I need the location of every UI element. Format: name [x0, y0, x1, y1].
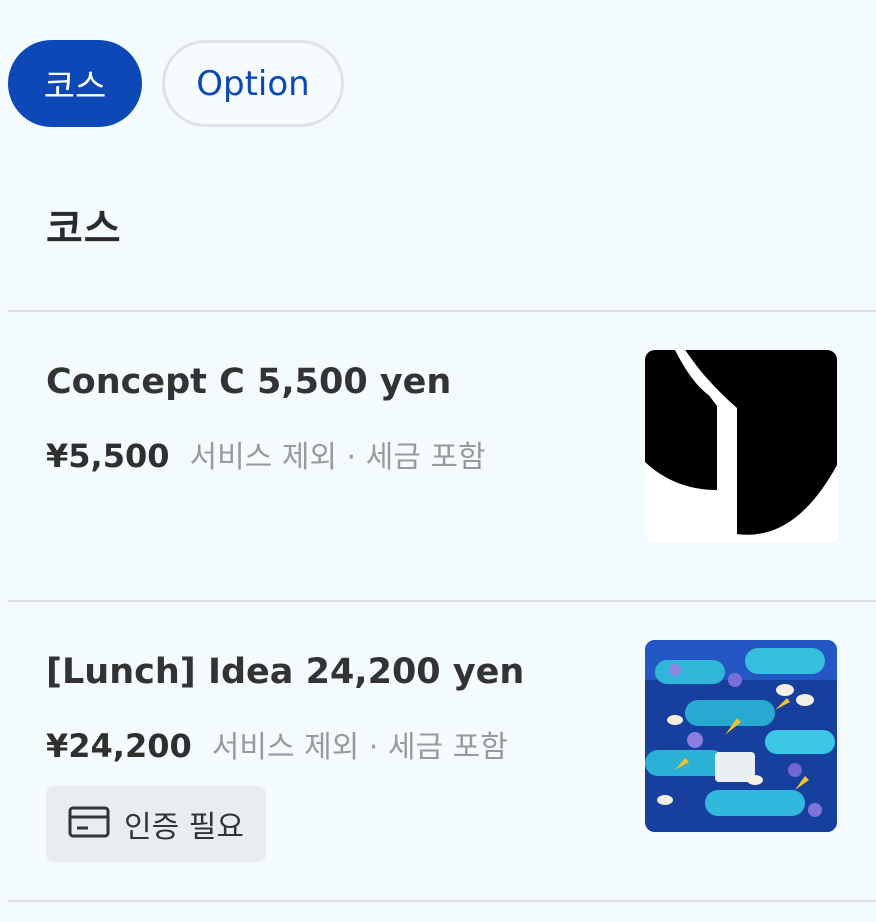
tab-option[interactable]: Option	[162, 40, 344, 127]
item-price: ¥5,500	[46, 437, 170, 475]
item-price: ¥24,200	[46, 727, 192, 765]
item-name: Concept C 5,500 yen	[46, 362, 452, 402]
divider	[8, 900, 876, 902]
tab-course[interactable]: 코스	[8, 40, 142, 127]
price-row: ¥5,500 서비스 제외 · 세금 포함	[46, 432, 486, 476]
course-item-concept-c[interactable]: Concept C 5,500 yen ¥5,500 서비스 제외 · 세금 포…	[0, 312, 876, 600]
food-photo-image	[645, 640, 837, 832]
category-tabs: 코스 Option	[8, 40, 344, 127]
price-note: 서비스 제외 · 세금 포함	[189, 440, 486, 475]
credit-card-icon	[68, 806, 110, 842]
auth-required-badge: 인증 필요	[46, 786, 266, 862]
item-name: [Lunch] Idea 24,200 yen	[46, 652, 525, 692]
section-title: 코스	[46, 206, 122, 252]
price-note: 서비스 제외 · 세금 포함	[211, 730, 508, 765]
price-row: ¥24,200 서비스 제외 · 세금 포함	[46, 722, 508, 766]
concept-logo-image	[645, 350, 837, 542]
badge-label: 인증 필요	[124, 810, 244, 845]
item-thumbnail-logo	[645, 350, 837, 542]
item-thumbnail-food-photo	[645, 640, 837, 832]
course-item-lunch-idea[interactable]: [Lunch] Idea 24,200 yen ¥24,200 서비스 제외 ·…	[0, 602, 876, 900]
